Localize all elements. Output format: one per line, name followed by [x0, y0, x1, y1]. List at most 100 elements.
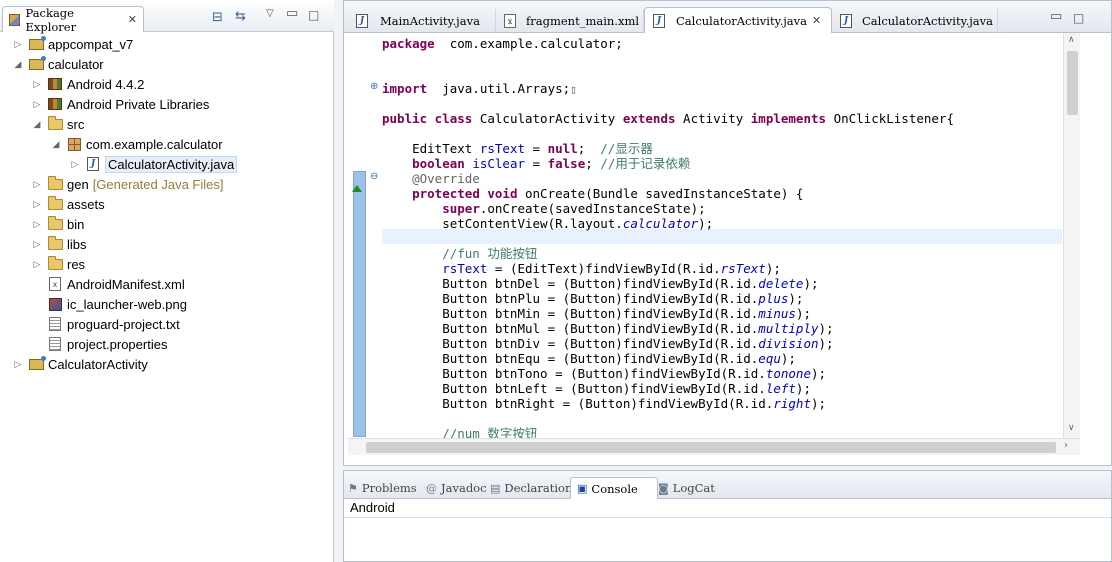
collapsed-arrow-icon[interactable]: ▷ [12, 359, 24, 370]
tree-item[interactable]: ▷ libs [31, 234, 87, 254]
expanded-arrow-icon[interactable]: ◢ [12, 59, 24, 70]
tree-item[interactable]: x AndroidManifest.xml [31, 274, 185, 294]
code-token: Button btnPlu = (Button)findViewById(R.i… [382, 291, 759, 306]
code-token: = [525, 156, 548, 171]
scroll-down-icon[interactable]: ∨ [1068, 423, 1075, 433]
collapse-fold-icon[interactable]: ⊖ [370, 171, 378, 182]
tree-item[interactable]: ▷ Android 4.4.2 [31, 74, 145, 94]
code-line: Button btnLeft = (Button)findViewById(R.… [382, 381, 811, 396]
override-marker-icon[interactable] [352, 185, 362, 192]
code-editor[interactable]: package com.example.calculator; import ja… [382, 33, 1062, 438]
tree-item[interactable]: ▷ res [31, 254, 85, 274]
code-token: left [765, 381, 796, 396]
console-tab-label: Javadoc [441, 481, 487, 495]
code-token: ); [788, 291, 804, 306]
tree-item[interactable]: ▷ assets [31, 194, 105, 214]
package-explorer-tab[interactable]: Package Explorer ✕ [2, 6, 144, 34]
text-file-icon [47, 336, 63, 352]
close-icon[interactable]: ✕ [812, 14, 821, 27]
expanded-arrow-icon[interactable]: ◢ [50, 139, 62, 150]
code-line: Button btnPlu = (Button)findViewById(R.i… [382, 291, 803, 306]
code-token: = [525, 141, 548, 156]
code-token: CalculatorActivity [472, 111, 623, 126]
code-token: ; [577, 141, 601, 156]
collapsed-arrow-icon[interactable]: ▷ [69, 159, 81, 170]
collapsed-arrow-icon[interactable]: ▷ [31, 179, 43, 190]
console-divider [344, 517, 1111, 518]
editor-tab[interactable]: J MainActivity.java [346, 9, 496, 33]
console-tab[interactable]: ▣ Console [570, 477, 658, 499]
folder-icon [47, 235, 63, 252]
code-token: ); [818, 336, 834, 351]
library-icon [47, 96, 63, 112]
tree-item[interactable]: ▷ CalculatorActivity [12, 354, 148, 374]
collapsed-arrow-icon[interactable]: ▷ [31, 199, 43, 210]
maximize-icon[interactable]: □ [1073, 11, 1084, 25]
code-line: Button btnDel = (Button)findViewById(R.i… [382, 276, 818, 291]
code-token: import [382, 81, 428, 96]
tree-item[interactable]: ▷ bin [31, 214, 84, 234]
xml-file-icon: x [47, 276, 63, 292]
tree-item-label: Android 4.4.2 [67, 76, 145, 92]
tree-item-label: ic_launcher-web.png [67, 296, 187, 312]
project-tree: ▷ appcompat_v7 ◢ calculator ▷ Android 4.4.2 ▷ A… [0, 34, 330, 554]
collapse-all-icon[interactable]: ⊟ [212, 10, 223, 25]
tree-item[interactable]: ▷ appcompat_v7 [12, 34, 133, 54]
code-line: package com.example.calculator; [382, 36, 623, 51]
code-line: setContentView(R.layout.calculator); [382, 216, 713, 231]
tree-item[interactable]: ▷ J CalculatorActivity.java [69, 154, 238, 174]
collapsed-arrow-icon[interactable]: ▷ [31, 99, 43, 110]
collapsed-arrow-icon[interactable]: ▷ [31, 79, 43, 90]
collapsed-arrow-icon[interactable]: ▷ [31, 239, 43, 250]
console-view: ⚑ Problems @ Javadoc ▤ Declaration ▣ Console ◙ Lo… [343, 470, 1112, 562]
src-folder-icon [47, 115, 63, 132]
expand-fold-icon[interactable]: ⊕ [370, 81, 378, 92]
horizontal-scrollbar[interactable]: › [348, 438, 1080, 455]
code-token: Button btnDel = (Button)findViewById(R.i… [382, 276, 759, 291]
tree-item[interactable]: proguard-project.txt [31, 314, 180, 334]
editor-tab[interactable]: x fragment_main.xml [496, 9, 644, 33]
console-tab[interactable]: @ Javadoc [426, 477, 490, 499]
package-explorer-tabbar: Package Explorer ✕ ⊟ ⇆ ▽ ▭ □ [0, 0, 334, 34]
minimize-icon[interactable]: ▭ [286, 6, 298, 21]
code-line: super.onCreate(savedInstanceState); [382, 201, 705, 216]
vertical-scroll-thumb[interactable] [1067, 51, 1078, 115]
view-menu-icon[interactable]: ▽ [266, 8, 274, 19]
code-token: equ [758, 351, 781, 366]
collapsed-arrow-icon[interactable]: ▷ [31, 219, 43, 230]
tree-item[interactable]: ◢ com.example.calculator [50, 134, 223, 154]
code-line: protected void onCreate(Bundle savedInst… [382, 186, 803, 201]
collapsed-arrow-icon[interactable]: ▷ [31, 259, 43, 270]
console-tab[interactable]: ▤ Declaration [490, 477, 572, 499]
tree-item-label: assets [67, 196, 105, 212]
link-with-editor-icon[interactable]: ⇆ [235, 9, 246, 24]
code-token: ▯ [570, 83, 577, 96]
tree-item[interactable]: ◢ calculator [12, 54, 104, 74]
tree-item[interactable]: ic_launcher-web.png [31, 294, 187, 314]
code-token: ); [780, 351, 796, 366]
vertical-scrollbar[interactable]: ∧ ∨ [1063, 33, 1080, 438]
expanded-arrow-icon[interactable]: ◢ [31, 119, 43, 130]
console-tab[interactable]: ⚑ Problems [348, 477, 426, 499]
code-token: ); [795, 381, 811, 396]
editor-tab[interactable]: J CalculatorActivity.java [832, 9, 998, 33]
tree-item[interactable]: ◢ src [31, 114, 84, 134]
maximize-icon[interactable]: □ [308, 8, 319, 22]
editor-tab[interactable]: J CalculatorActivity.java ✕ [644, 7, 832, 33]
code-token: Button btnRight = (Button)findViewById(R… [382, 396, 774, 411]
scroll-right-icon[interactable]: › [1064, 440, 1068, 451]
collapsed-arrow-icon[interactable]: ▷ [12, 39, 24, 50]
tree-item[interactable]: ▷ Android Private Libraries [31, 94, 210, 114]
logcat-icon: ◙ [658, 481, 669, 495]
scroll-up-icon[interactable]: ∧ [1068, 35, 1075, 45]
code-token: boolean [412, 156, 465, 171]
tree-item[interactable]: project.properties [31, 334, 167, 354]
close-icon[interactable]: ✕ [128, 13, 137, 26]
minimize-icon[interactable]: ▭ [1050, 9, 1062, 24]
horizontal-scroll-thumb[interactable] [366, 442, 1056, 453]
code-token: division [758, 336, 819, 351]
console-tab[interactable]: ◙ LogCat [658, 477, 724, 499]
tree-item[interactable]: ▷ gen [Generated Java Files] [31, 174, 224, 194]
code-token: ); [810, 396, 827, 411]
